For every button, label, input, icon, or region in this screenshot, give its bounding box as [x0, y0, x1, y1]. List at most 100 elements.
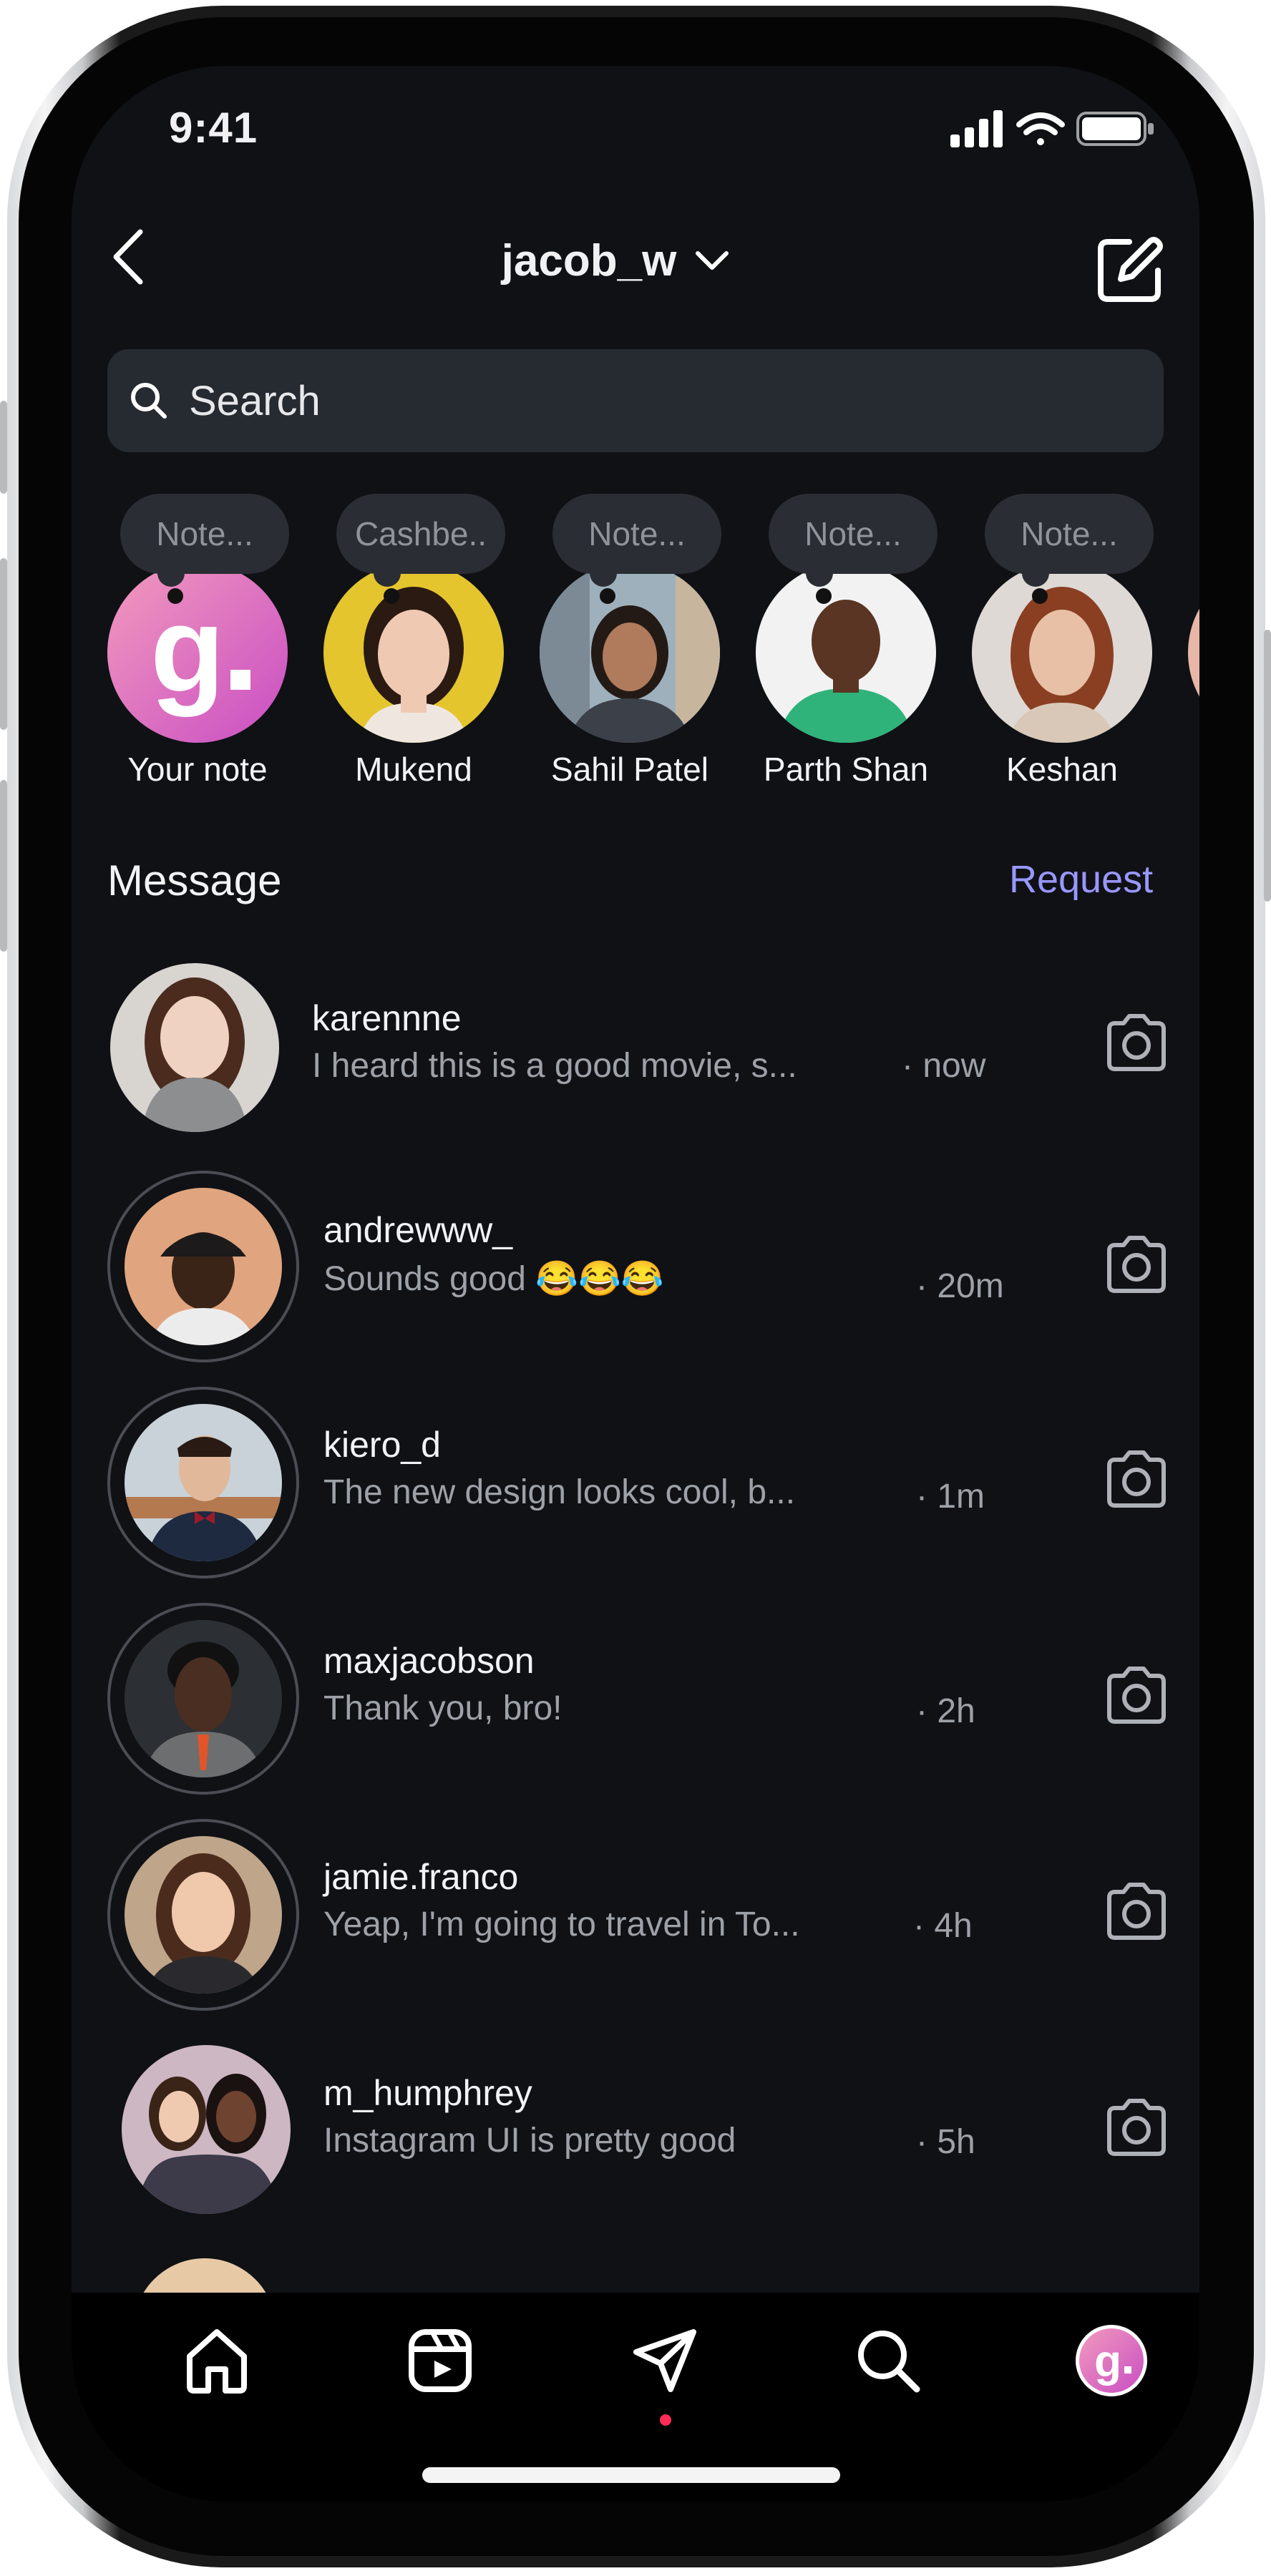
message-time: · 5h: [916, 2123, 975, 2161]
message-row[interactable]: m_humphrey Instagram UI is pretty good ·…: [107, 2035, 1166, 2235]
search-input[interactable]: [188, 376, 1121, 426]
message-row[interactable]: andrewww_ Sounds good 😂😂😂 · 20m: [107, 1171, 1166, 1371]
back-icon[interactable]: [103, 225, 153, 289]
tab-search[interactable]: [849, 2321, 927, 2400]
compose-icon[interactable]: [1095, 235, 1165, 305]
note-item-partial[interactable]: [1188, 494, 1199, 794]
note-bubble[interactable]: Note...: [769, 494, 938, 574]
message-username: m_humphrey: [323, 2073, 532, 2113]
note-bubble-tail-dot: [1032, 588, 1048, 604]
note-item-mukend[interactable]: Cashbe.. Mukend: [323, 494, 524, 794]
message-preview: I heard this is a good movie, s...: [312, 1047, 797, 1085]
camera-icon[interactable]: [1102, 1447, 1171, 1511]
camera-icon[interactable]: [1102, 2095, 1171, 2160]
message-username: jamie.franco: [323, 1857, 519, 1897]
camera-icon[interactable]: [1102, 1232, 1171, 1297]
message-preview: Instagram UI is pretty good: [323, 2122, 736, 2160]
message-row[interactable]: kiero_d The new design looks cool, b... …: [107, 1387, 1166, 1587]
note-item-keshan[interactable]: Note... Keshan: [972, 494, 1172, 794]
note-name: Sahil Patel: [551, 751, 708, 788]
avatar: [972, 562, 1152, 743]
avatar: [1188, 562, 1199, 743]
man-green-shirt-photo: [756, 562, 936, 743]
status-time: 9:41: [169, 104, 258, 152]
volume-up-button: [0, 558, 7, 730]
note-bubble-tail-dot: [816, 588, 832, 604]
note-item-parth-shan[interactable]: Note... Parth Shan: [756, 494, 956, 794]
camera-icon[interactable]: [1102, 1010, 1171, 1075]
woman-street-photo: [540, 562, 720, 743]
woman-scarf-photo: [110, 963, 279, 1132]
message-username: andrewww_: [323, 1210, 513, 1250]
avatar-photo: [122, 2045, 291, 2214]
two-women-photo: [122, 2045, 291, 2214]
note-name: Your note: [127, 751, 268, 788]
note-bubble[interactable]: Note...: [552, 494, 721, 574]
woman-red-hair-photo: [972, 562, 1152, 743]
logo-avatar: g: [107, 562, 288, 743]
message-username: maxjacobson: [323, 1641, 535, 1681]
note-bubble[interactable]: Note...: [120, 494, 289, 574]
tab-reels[interactable]: [401, 2321, 479, 2400]
tab-profile[interactable]: g: [1072, 2321, 1151, 2400]
message-username: karennne: [312, 998, 462, 1038]
tab-direct-messages[interactable]: [625, 2321, 704, 2400]
message-time: · now: [902, 1047, 986, 1085]
wifi-icon: [1016, 112, 1065, 145]
avatar-photo: [125, 1188, 282, 1345]
note-bubble-tail: [1022, 560, 1049, 587]
search-bar[interactable]: [107, 349, 1164, 452]
home-indicator[interactable]: [422, 2467, 840, 2483]
message-time: · 20m: [916, 1267, 1004, 1305]
active-tab-dot: [660, 2414, 671, 2426]
tab-home[interactable]: [177, 2321, 256, 2400]
note-bubble[interactable]: Cashbe..: [336, 494, 505, 574]
screen: 9:41 jacob_w Search g Note... Your note …: [72, 66, 1199, 2502]
avatar: g: [107, 562, 288, 743]
message-time: · 2h: [916, 1692, 975, 1730]
man-suit-photo: [125, 1620, 282, 1777]
home-icon: [187, 2329, 247, 2394]
reels-icon: [409, 2329, 472, 2392]
avatar: [133, 2258, 276, 2293]
header-username: jacob_w: [501, 235, 677, 286]
note-item-your-note[interactable]: g Note... Your note: [107, 494, 308, 794]
search-icon: [858, 2331, 920, 2393]
man-cap-photo: [125, 1188, 282, 1345]
status-icons: [950, 110, 1154, 147]
message-row[interactable]: karennne I heard this is a good movie, s…: [107, 960, 1166, 1161]
avatar: [540, 562, 720, 743]
message-row[interactable]: jamie.franco Yeap, I'm going to travel i…: [107, 1819, 1166, 2019]
signal-icon: [950, 110, 1003, 147]
message-preview: Thank you, bro!: [323, 1689, 563, 1727]
camera-icon[interactable]: [1102, 1879, 1171, 1943]
note-bubble-tail: [590, 560, 617, 587]
note-name: Keshan: [1005, 751, 1118, 788]
camera-icon[interactable]: [1102, 1663, 1171, 1727]
woman-yellow-bg-photo: [323, 562, 504, 743]
message-time: · 4h: [913, 1907, 973, 1945]
message-row-partial[interactable]: [133, 2258, 276, 2293]
avatar: [323, 562, 504, 743]
note-bubble-tail: [374, 560, 401, 587]
note-bubble-tail-dot: [167, 588, 183, 604]
note-bubble[interactable]: Note...: [985, 494, 1154, 574]
volume-down-button: [0, 780, 7, 952]
woman-smiling-photo: [125, 1836, 282, 1994]
request-link[interactable]: Request: [1009, 857, 1153, 902]
avatar-photo: [125, 1620, 282, 1777]
message-preview: Yeap, I'm going to travel in To...: [323, 1906, 800, 1943]
note-name: Parth Shan: [763, 751, 929, 788]
avatar-photo: [110, 963, 279, 1132]
avatar: [93, 946, 285, 1138]
message-preview: The new design looks cool, b...: [323, 1473, 796, 1511]
search-icon: [131, 383, 167, 419]
man-bowtie-photo: [125, 1404, 282, 1561]
avatar-photo: [125, 1836, 282, 1994]
chevron-down-icon: [696, 251, 729, 270]
message-row[interactable]: maxjacobson Thank you, bro! · 2h: [107, 1603, 1166, 1803]
account-switcher[interactable]: jacob_w: [429, 232, 802, 289]
notes-row: g Note... Your note Cashbe.. Mukend Note…: [107, 494, 1199, 794]
note-item-sahil-patel[interactable]: Note... Sahil Patel: [540, 494, 740, 794]
tab-bar: g: [72, 2293, 1199, 2502]
